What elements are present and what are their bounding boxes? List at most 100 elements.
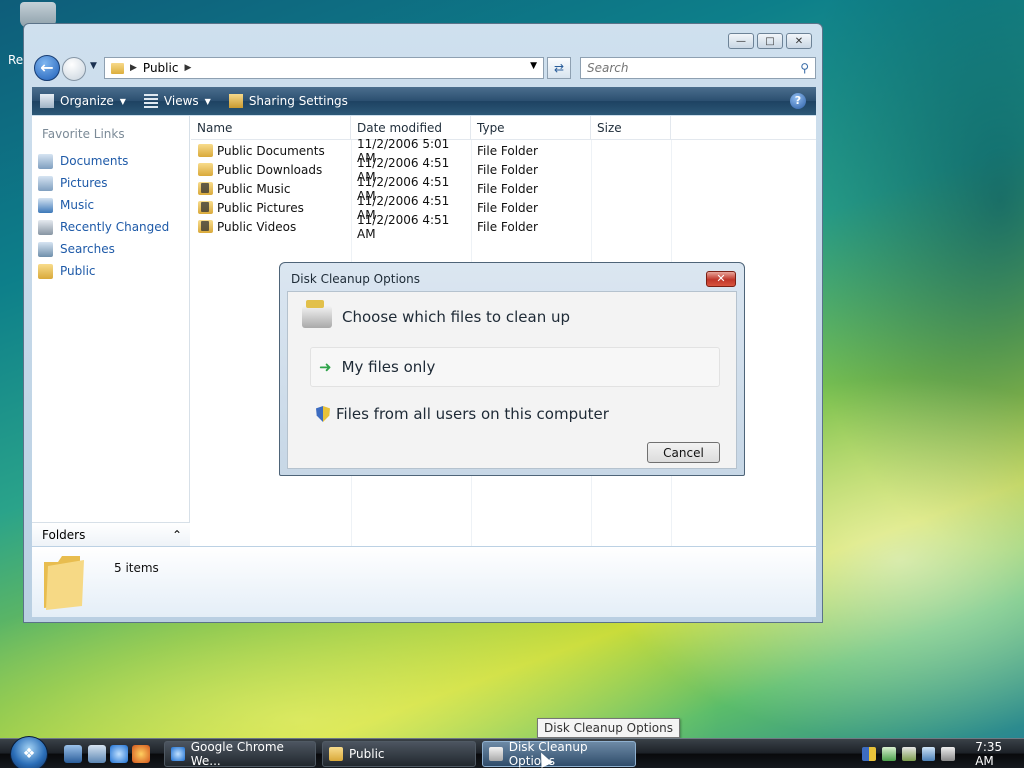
breadcrumb-arrow-icon[interactable]: ▶ (130, 63, 137, 73)
network-icon[interactable] (921, 747, 936, 761)
browser-icon (171, 747, 185, 761)
folders-toggle[interactable]: Folders ⌃ (32, 522, 190, 546)
sidebar-item-music[interactable]: Music (38, 194, 169, 216)
sharing-settings-button[interactable]: Sharing Settings (228, 94, 348, 108)
disk-cleanup-dialog: Disk Cleanup Options ✕ Choose which file… (279, 262, 745, 476)
security-shield-icon[interactable] (862, 747, 876, 761)
file-type: File Folder (477, 181, 538, 196)
taskbar-button-label: Public (349, 747, 385, 761)
folder-icon (111, 62, 124, 74)
taskbar-button-public[interactable]: Public (322, 741, 476, 767)
close-button[interactable]: ✕ (786, 33, 812, 49)
file-type: File Folder (477, 143, 538, 158)
sidebar-item-searches[interactable]: Searches (38, 238, 169, 260)
file-type: File Folder (477, 162, 538, 177)
folder-icon (329, 747, 343, 761)
dialog-body: Choose which files to clean up ➜ My file… (287, 291, 737, 469)
column-header-name[interactable]: Name (191, 116, 351, 140)
maximize-button[interactable]: □ (757, 33, 783, 49)
organize-button[interactable]: Organize ▼ (40, 94, 126, 108)
chevron-down-icon: ▼ (119, 96, 126, 106)
file-type: File Folder (477, 219, 538, 234)
large-folder-icon (40, 552, 84, 610)
sidebar-item-label: Documents (60, 154, 129, 168)
sidebar-item-recently-changed[interactable]: Recently Changed (38, 216, 169, 238)
views-label: Views (163, 94, 199, 108)
breadcrumb-arrow-icon[interactable]: ▶ (184, 63, 191, 73)
documents-icon (38, 153, 53, 169)
file-rows: Public Documents 11/2/2006 5:01 AM File … (191, 137, 591, 241)
favorite-links-list: Documents Pictures Music Recently Change… (38, 150, 169, 282)
recent-pages-dropdown-icon[interactable]: ▼ (90, 61, 97, 71)
views-button[interactable]: Views ▼ (143, 94, 211, 108)
column-header-size[interactable]: Size (591, 116, 671, 140)
taskbar-button-disk-cleanup[interactable]: Disk Cleanup Options (482, 740, 636, 768)
sharing-icon (228, 94, 243, 108)
music-icon (38, 197, 53, 213)
start-button[interactable]: ❖ (10, 736, 48, 768)
views-icon (143, 94, 158, 108)
sidebar-item-label: Music (60, 198, 95, 212)
green-arrow-icon: ➜ (319, 358, 332, 376)
my-files-only-option[interactable]: ➜ My files only (310, 347, 720, 387)
sidebar-item-pictures[interactable]: Pictures (38, 172, 169, 194)
folder-icon (38, 263, 53, 279)
details-pane: 5 items (32, 547, 816, 617)
table-row[interactable]: Public Videos 11/2/2006 4:51 AM File Fol… (191, 213, 591, 241)
navigation-pane: Favorite Links Documents Pictures Music … (32, 116, 190, 546)
file-name: Public Pictures (217, 200, 304, 215)
desktop-icon-label: Re (8, 53, 24, 67)
pictures-icon (38, 175, 53, 191)
file-type: File Folder (477, 200, 538, 215)
forward-button[interactable] (62, 57, 86, 81)
chevron-down-icon: ▼ (204, 96, 211, 106)
search-box[interactable]: ⚲ (580, 57, 816, 79)
dialog-heading-text: Choose which files to clean up (342, 308, 571, 326)
dialog-title: Disk Cleanup Options (291, 272, 420, 286)
show-desktop-icon[interactable] (64, 745, 82, 763)
sidebar-item-label: Pictures (60, 176, 108, 190)
file-date: 11/2/2006 4:51 AM (357, 212, 450, 241)
sidebar-item-public[interactable]: Public (38, 260, 169, 282)
address-dropdown-icon[interactable]: ▼ (530, 61, 537, 71)
volume-muted-icon[interactable] (941, 747, 956, 761)
file-name: Public Videos (217, 219, 297, 234)
cancel-button[interactable]: Cancel (647, 442, 720, 463)
folder-icon (198, 163, 213, 176)
taskbar-button-chrome[interactable]: Google Chrome We... (164, 740, 316, 768)
help-icon[interactable]: ? (790, 93, 806, 109)
firefox-icon[interactable] (132, 745, 150, 763)
pictures-folder-icon (198, 201, 213, 214)
taskbar-button-label: Google Chrome We... (190, 740, 284, 768)
checkmark-icon[interactable] (881, 747, 896, 761)
file-name: Public Music (217, 181, 291, 196)
dialog-close-button[interactable]: ✕ (706, 271, 736, 287)
all-users-option[interactable]: Files from all users on this computer (316, 405, 609, 423)
minimize-button[interactable]: — (728, 33, 754, 49)
tray-app-icon[interactable] (901, 747, 916, 761)
music-folder-icon (198, 182, 213, 195)
back-button[interactable]: ← (34, 55, 60, 81)
column-header-type[interactable]: Type (471, 116, 591, 140)
option-label: My files only (341, 358, 436, 376)
taskbar-tooltip: Disk Cleanup Options (537, 718, 680, 738)
command-toolbar: Organize ▼ Views ▼ Sharing Settings ? (32, 87, 816, 115)
disk-cleanup-icon (302, 300, 332, 328)
address-bar[interactable]: ▶ Public ▶ ▼ (104, 57, 544, 79)
organize-label: Organize (60, 94, 114, 108)
clock[interactable]: 7:35 AM (975, 740, 1024, 768)
breadcrumb-public[interactable]: Public (143, 61, 179, 75)
disk-cleanup-icon (489, 747, 503, 761)
sharing-settings-label: Sharing Settings (248, 94, 348, 108)
folders-label: Folders (42, 527, 86, 542)
sidebar-item-documents[interactable]: Documents (38, 150, 169, 172)
searches-icon (38, 241, 53, 257)
organize-icon (40, 94, 54, 108)
search-icon[interactable]: ⚲ (800, 61, 809, 75)
refresh-button[interactable]: ⇄ (547, 57, 571, 79)
switch-windows-icon[interactable] (88, 745, 106, 763)
option-label: Files from all users on this computer (336, 405, 609, 423)
navigation-row: ← ▼ ▶ Public ▶ ▼ ⇄ ⚲ (32, 54, 816, 82)
internet-explorer-icon[interactable] (110, 745, 128, 763)
search-input[interactable] (587, 61, 767, 75)
